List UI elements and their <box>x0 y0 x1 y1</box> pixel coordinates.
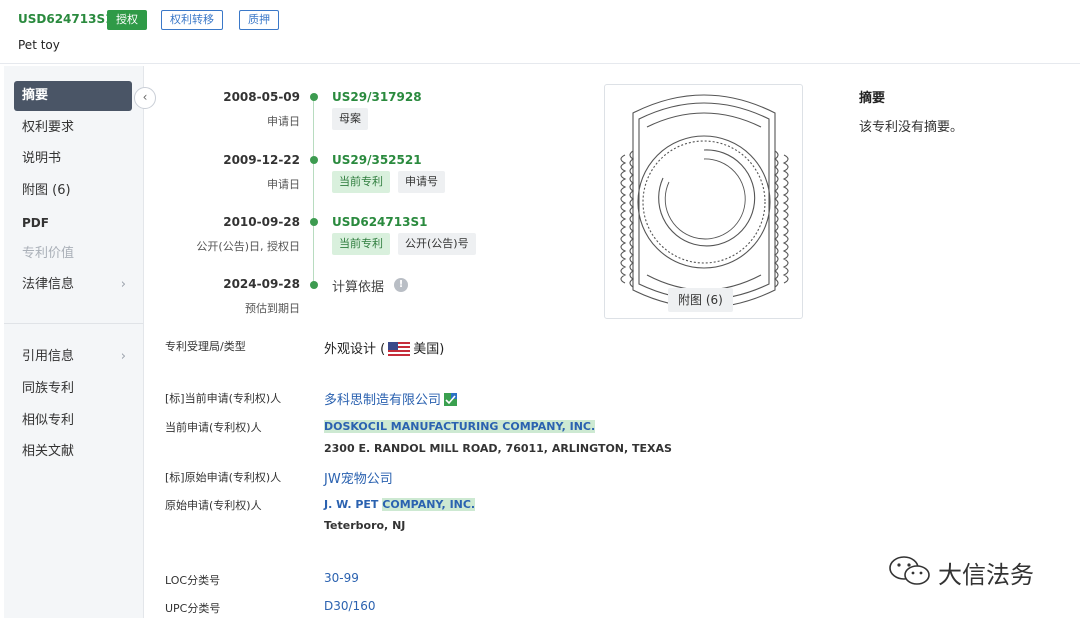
sidebar-item-drawings[interactable]: 附图 (6) <box>14 176 132 206</box>
figure-count-tag[interactable]: 附图 (6) <box>668 288 733 312</box>
sidebar-item-patent-value: 专利价值 <box>22 246 75 261</box>
watermark-text: 大信法务 <box>938 561 1034 589</box>
original-assignee-label: 原始申请(专利权)人 <box>165 499 262 512</box>
loc-class-link[interactable]: 30-99 <box>324 571 359 585</box>
publication-number-tag: 公开(公告)号 <box>398 233 476 255</box>
std-current-assignee-row: 多科思制造有限公司 <box>324 389 458 408</box>
transfer-badge[interactable]: 权利转移 <box>161 10 223 30</box>
sidebar-item-abstract[interactable]: 摘要 <box>14 81 132 111</box>
timeline-dot <box>310 218 318 226</box>
timeline-number-link[interactable]: US29/317928 <box>332 90 422 104</box>
current-patent-tag: 当前专利 <box>332 233 390 255</box>
office-type-label: 专利受理局/类型 <box>165 340 246 353</box>
sidebar-item-legal-info[interactable]: 法律信息 › <box>14 270 132 300</box>
sidebar-item-label: 引用信息 <box>22 349 75 364</box>
collapse-sidebar-button[interactable]: ‹ <box>134 87 156 109</box>
wechat-icon <box>889 556 930 585</box>
patent-figure[interactable] <box>604 84 803 319</box>
timeline-date-label: 申请日 <box>267 178 300 191</box>
timeline-dot <box>310 93 318 101</box>
timeline-date-label: 申请日 <box>267 115 300 128</box>
original-assignee-address: Teterboro, NJ <box>324 519 406 532</box>
current-assignee-name[interactable]: DOSKOCIL MANUFACTURING COMPANY, INC. <box>324 420 596 433</box>
sidebar-item-similar[interactable]: 相似专利 <box>14 406 132 436</box>
current-patent-tag: 当前专利 <box>332 171 390 193</box>
application-number-tag: 申请号 <box>398 171 445 193</box>
sidebar-item-family[interactable]: 同族专利 <box>14 374 132 404</box>
timeline-date-label: 公开(公告)日, 授权日 <box>196 240 300 253</box>
current-assignee-label: 当前申请(专利权)人 <box>165 421 262 434</box>
patent-number: USD624713S1 <box>18 12 114 26</box>
abstract-heading: 摘要 <box>859 91 886 106</box>
std-current-assignee-link[interactable]: 多科思制造有限公司 <box>324 393 441 408</box>
pet-toy-drawing-icon <box>620 94 789 308</box>
country-text: 美国) <box>413 342 445 357</box>
sidebar-item-citations[interactable]: 引用信息 › <box>14 342 132 372</box>
std-current-assignee-label: [标]当前申请(专利权)人 <box>165 392 282 405</box>
timeline-date: 2024-09-28 <box>223 277 300 291</box>
timeline-number-link[interactable]: USD624713S1 <box>332 215 427 229</box>
upc-class-link[interactable]: D30/160 <box>324 599 375 613</box>
sidebar-item-claims[interactable]: 权利要求 <box>14 113 132 143</box>
timeline-date: 2008-05-09 <box>223 90 300 104</box>
patent-header: USD624713S1 授权 权利转移 质押 Pet toy <box>0 0 1080 64</box>
current-assignee-address: 2300 E. RANDOL MILL ROAD, 76011, ARLINGT… <box>324 442 672 455</box>
sidebar-item-related-docs[interactable]: 相关文献 <box>14 437 132 467</box>
pledge-badge[interactable]: 质押 <box>239 10 279 30</box>
status-badge: 授权 <box>107 10 147 30</box>
timeline-dot <box>310 156 318 164</box>
timeline-dot <box>310 281 318 289</box>
sidebar-divider <box>4 323 143 324</box>
std-original-assignee-link[interactable]: JW宠物公司 <box>324 468 393 487</box>
timeline-date: 2010-09-28 <box>223 215 300 229</box>
abstract-text: 该专利没有摘要。 <box>859 120 964 135</box>
timeline-date-label: 预估到期日 <box>245 302 300 315</box>
design-type-text: 外观设计 ( <box>324 342 386 357</box>
std-original-assignee-label: [标]原始申请(专利权)人 <box>165 471 282 484</box>
verified-icon <box>444 393 458 406</box>
office-type-value: 外观设计 ( 美国) <box>324 338 444 357</box>
timeline-number-link[interactable]: US29/352521 <box>332 153 422 167</box>
patent-title: Pet toy <box>18 38 60 52</box>
chevron-right-icon: › <box>120 349 126 364</box>
sidebar-item-pdf[interactable]: PDF <box>14 208 132 238</box>
original-assignee-name[interactable]: J. W. PET COMPANY, INC. <box>324 498 476 511</box>
loc-class-label: LOC分类号 <box>165 574 221 587</box>
sidebar: 摘要 权利要求 说明书 附图 (6) PDF 专利价值 法律信息 › 引用信息 … <box>4 66 144 618</box>
info-icon[interactable]: ! <box>394 278 408 292</box>
sidebar-item-label: 法律信息 <box>22 277 75 292</box>
parent-case-tag: 母案 <box>332 108 368 130</box>
chevron-right-icon: › <box>120 277 126 292</box>
calculation-basis-label: 计算依据 <box>332 280 385 295</box>
upc-class-label: UPC分类号 <box>165 602 221 615</box>
timeline-line <box>313 97 314 287</box>
us-flag-icon <box>388 341 411 356</box>
sidebar-item-description[interactable]: 说明书 <box>14 144 132 174</box>
timeline-date: 2009-12-22 <box>223 153 300 167</box>
